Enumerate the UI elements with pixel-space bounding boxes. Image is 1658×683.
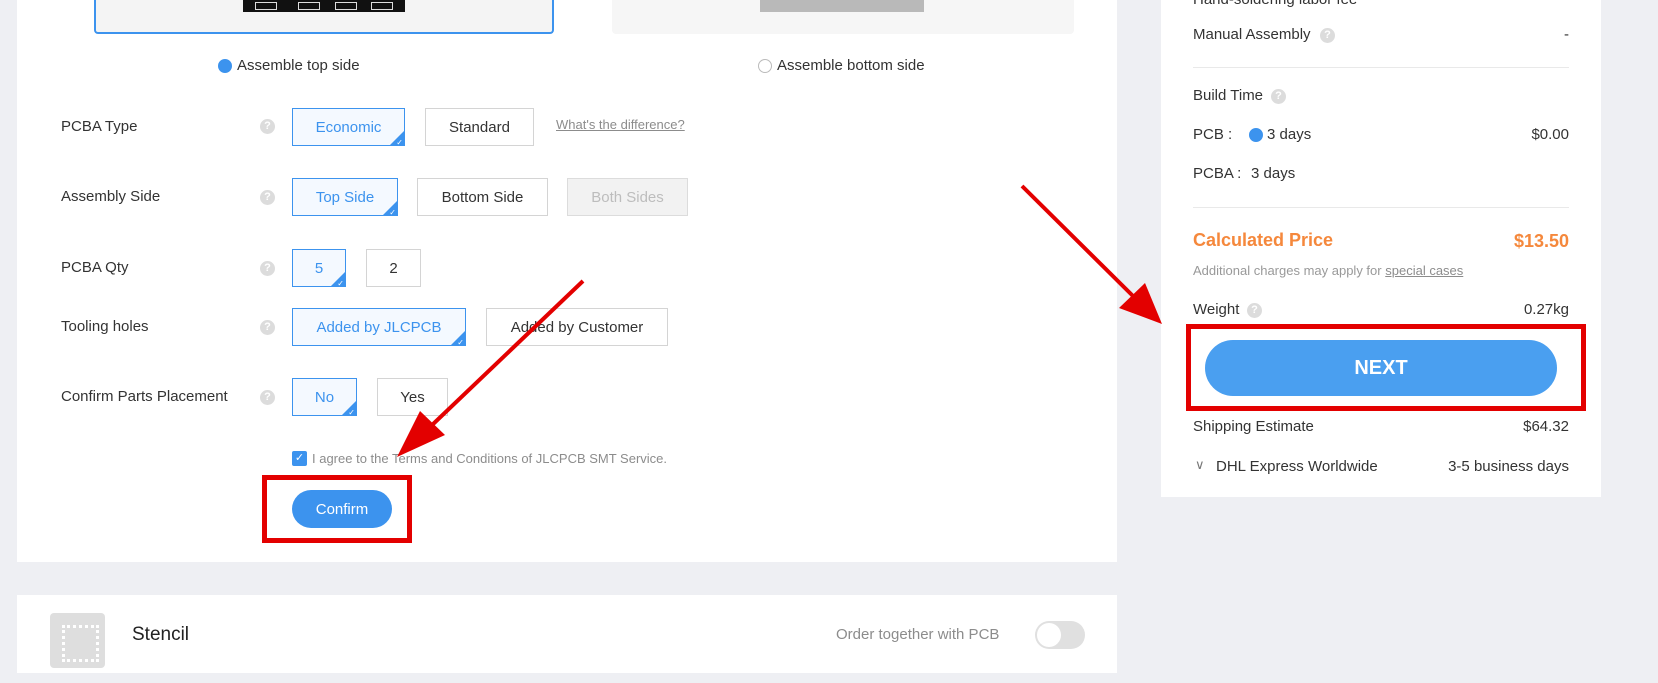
- pcba-type-label: PCBA Type: [61, 118, 138, 135]
- calculated-price-label: Calculated Price: [1193, 230, 1334, 250]
- confirm-highlight-box: [262, 475, 412, 543]
- additional-charges-text: Additional charges may apply for: [1193, 263, 1382, 278]
- additional-charges-note: Additional charges may apply for special…: [1193, 263, 1463, 278]
- weight-value: 0.27kg: [1523, 301, 1569, 318]
- top-side-board-image: [243, 0, 405, 12]
- tooling-holes-label: Tooling holes: [61, 318, 149, 335]
- pcb-build-price: $0.00: [1531, 126, 1569, 143]
- shipping-time: 3-5 business days: [1448, 458, 1569, 475]
- confirm-parts-help-icon[interactable]: ?: [260, 390, 275, 405]
- assemble-bottom-radio[interactable]: [758, 59, 772, 73]
- assembly-side-help-icon[interactable]: ?: [260, 190, 275, 205]
- assembly-side-bottom-option[interactable]: Bottom Side: [417, 178, 548, 216]
- shipping-method[interactable]: DHL Express Worldwide: [1216, 458, 1378, 475]
- agree-checkbox[interactable]: ✓: [292, 451, 307, 466]
- assemble-bottom-label: Assemble bottom side: [777, 57, 925, 74]
- hand-soldering-label: Hand-soldering labor fee: [1193, 0, 1357, 8]
- whats-the-difference-link[interactable]: What's the difference?: [556, 117, 685, 132]
- manual-assembly-label: Manual Assembly: [1193, 26, 1311, 43]
- confirm-parts-no-option[interactable]: No: [292, 378, 357, 417]
- tooling-holes-customer-option[interactable]: Added by Customer: [486, 308, 668, 346]
- pcb-build-time-radio[interactable]: [1249, 128, 1263, 142]
- bottom-side-board-image: [760, 0, 924, 12]
- weight-help-icon[interactable]: ?: [1247, 303, 1262, 318]
- build-time-help-icon[interactable]: ?: [1271, 89, 1286, 104]
- assembly-side-top-option[interactable]: Top Side: [292, 178, 398, 217]
- pcb-build-days: 3 days: [1267, 126, 1312, 143]
- manual-assembly-value: -: [1564, 26, 1569, 43]
- pcba-qty-label: PCBA Qty: [61, 259, 129, 276]
- calculated-price-value: $13.50: [1513, 231, 1569, 251]
- sidebar-divider: [1193, 67, 1569, 68]
- tooling-holes-jlcpcb-option[interactable]: Added by JLCPCB: [292, 308, 466, 347]
- shipping-estimate-value: $64.32: [1523, 418, 1569, 435]
- confirm-parts-yes-option[interactable]: Yes: [377, 378, 448, 416]
- shipping-estimate-label: Shipping Estimate: [1193, 418, 1314, 435]
- pcba-qty-help-icon[interactable]: ?: [260, 261, 275, 276]
- assemble-top-radio[interactable]: [218, 59, 232, 73]
- pcba-qty-2-option[interactable]: 2: [366, 249, 421, 287]
- pcba-type-help-icon[interactable]: ?: [260, 119, 275, 134]
- pcb-build-label: PCB :: [1193, 126, 1233, 143]
- sidebar-divider: [1193, 207, 1569, 208]
- assembly-side-label: Assembly Side: [61, 188, 161, 205]
- stencil-title: Stencil: [132, 624, 190, 645]
- pcba-build-days: 3 days: [1251, 165, 1296, 182]
- stencil-icon: [50, 613, 105, 668]
- pcba-build-label: PCBA :: [1193, 165, 1242, 182]
- next-highlight-box: [1186, 324, 1586, 411]
- weight-label: Weight: [1193, 301, 1240, 318]
- confirm-parts-label: Confirm Parts Placement: [61, 388, 228, 405]
- order-together-label: Order together with PCB: [836, 626, 1000, 643]
- build-time-label: Build Time: [1193, 87, 1264, 104]
- tooling-holes-help-icon[interactable]: ?: [260, 320, 275, 335]
- pcba-options-card: [17, 0, 1117, 562]
- pcba-type-economic-option[interactable]: Economic: [292, 108, 405, 147]
- special-cases-link[interactable]: special cases: [1385, 263, 1463, 278]
- pcba-qty-5-option[interactable]: 5: [292, 249, 346, 288]
- manual-assembly-help-icon[interactable]: ?: [1320, 28, 1335, 43]
- chevron-down-icon[interactable]: ∨: [1195, 457, 1205, 473]
- assemble-top-label: Assemble top side: [237, 57, 360, 74]
- order-together-toggle[interactable]: [1035, 621, 1085, 649]
- agree-terms-text[interactable]: I agree to the Terms and Conditions of J…: [312, 451, 667, 466]
- pcba-type-standard-option[interactable]: Standard: [425, 108, 534, 146]
- assembly-side-both-option: Both Sides: [567, 178, 688, 216]
